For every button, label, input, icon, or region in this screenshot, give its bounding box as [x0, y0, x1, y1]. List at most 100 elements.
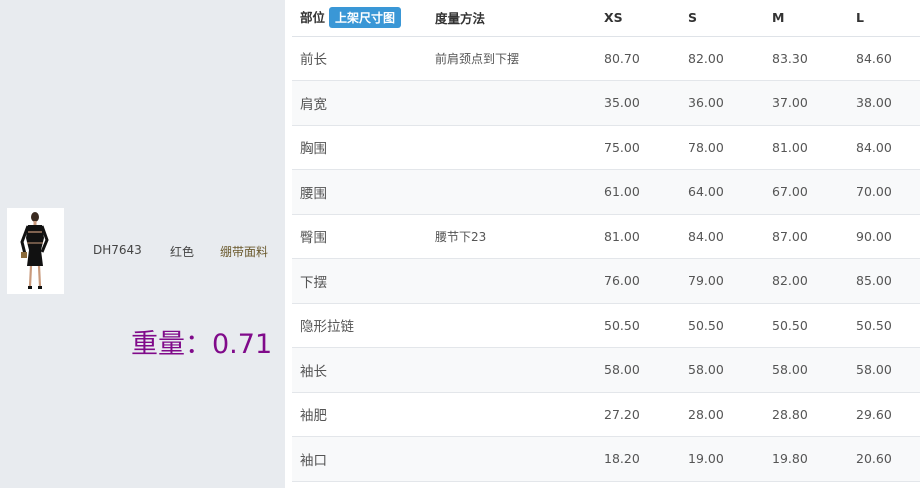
row-part-label: 下摆: [300, 274, 327, 291]
cell-value: 58.00: [688, 362, 724, 378]
cell-value: 58.00: [856, 362, 892, 378]
row-method-label: 腰节下23: [435, 229, 487, 244]
cell-value: 78.00: [688, 139, 724, 155]
product-weight: 重量：0.71: [131, 329, 273, 360]
cell-value: 76.00: [604, 273, 640, 289]
cell-m: 81.00: [764, 125, 848, 170]
cell-m: 50.50: [764, 303, 848, 348]
size-chart-table: 部位 上架尺寸图 度量方法 XS S M L 前长 前肩颈点到下摆 80.70 8…: [292, 0, 920, 482]
row-method: 前肩颈点到下摆: [427, 36, 596, 81]
header-part: 部位 上架尺寸图: [292, 0, 427, 37]
row-part-label: 隐形拉链: [300, 319, 354, 336]
cell-value: 28.00: [688, 406, 724, 422]
product-info-panel: DH7643 红色 绷带面料 重量：0.71: [0, 0, 285, 488]
cell-value: 35.00: [604, 95, 640, 111]
cell-xs: 35.00: [596, 80, 680, 126]
cell-value: 82.00: [772, 273, 808, 289]
row-method: [427, 347, 596, 393]
row-part: 袖口: [292, 436, 427, 482]
size-chart-badge-button[interactable]: 上架尺寸图: [329, 7, 402, 29]
cell-value: 36.00: [688, 95, 724, 111]
cell-xs: 50.50: [596, 303, 680, 348]
product-color: 红色: [170, 245, 195, 259]
cell-value: 81.00: [772, 139, 808, 155]
row-part: 胸围: [292, 125, 427, 170]
cell-s: 36.00: [680, 80, 764, 126]
row-method: 腰节下23: [427, 214, 596, 259]
table-row: 臀围 腰节下23 81.00 84.00 87.00 90.00: [292, 214, 920, 259]
cell-value: 27.20: [604, 406, 640, 422]
size-table-panel: 部位 上架尺寸图 度量方法 XS S M L 前长 前肩颈点到下摆 80.70 8…: [285, 0, 920, 488]
cell-s: 19.00: [680, 436, 764, 482]
product-thumbnail[interactable]: [7, 208, 64, 294]
cell-xs: 18.20: [596, 436, 680, 482]
cell-value: 19.80: [772, 451, 808, 467]
header-size-l-label: L: [856, 10, 864, 26]
product-fabric: 绷带面料: [220, 245, 269, 259]
cell-value: 87.00: [772, 228, 808, 244]
table-row: 袖肥 27.20 28.00 28.80 29.60: [292, 392, 920, 437]
header-size-s-label: S: [688, 10, 698, 26]
header-size-l: L: [848, 0, 920, 37]
row-part-label: 胸围: [300, 141, 327, 158]
header-size-xs-label: XS: [604, 10, 623, 26]
cell-s: 82.00: [680, 36, 764, 81]
cell-value: 19.00: [688, 451, 724, 467]
row-part-label: 袖口: [300, 452, 327, 469]
row-part: 袖长: [292, 347, 427, 393]
table-row: 腰围 61.00 64.00 67.00 70.00: [292, 169, 920, 215]
row-part-label: 腰围: [300, 185, 327, 202]
row-method: [427, 258, 596, 304]
header-method: 度量方法: [427, 0, 596, 37]
row-part: 下摆: [292, 258, 427, 304]
cell-s: 79.00: [680, 258, 764, 304]
cell-xs: 27.20: [596, 392, 680, 437]
cell-xs: 61.00: [596, 169, 680, 215]
row-part: 袖肥: [292, 392, 427, 437]
cell-s: 58.00: [680, 347, 764, 393]
row-method: [427, 169, 596, 215]
cell-value: 18.20: [604, 451, 640, 467]
cell-xs: 75.00: [596, 125, 680, 170]
table-row: 胸围 75.00 78.00 81.00 84.00: [292, 125, 920, 170]
row-part-label: 臀围: [300, 230, 327, 247]
cell-value: 81.00: [604, 228, 640, 244]
row-method: [427, 80, 596, 126]
cell-xs: 58.00: [596, 347, 680, 393]
cell-l: 85.00: [848, 258, 920, 304]
cell-xs: 81.00: [596, 214, 680, 259]
cell-value: 90.00: [856, 228, 892, 244]
dress-product-photo: [7, 208, 64, 294]
cell-m: 83.30: [764, 36, 848, 81]
header-size-m: M: [764, 0, 848, 37]
cell-l: 70.00: [848, 169, 920, 215]
table-header-row: 部位 上架尺寸图 度量方法 XS S M L: [292, 0, 920, 37]
row-part: 腰围: [292, 169, 427, 215]
row-method-label: 前肩颈点到下摆: [435, 51, 520, 66]
cell-value: 64.00: [688, 184, 724, 200]
table-row: 袖口 18.20 19.00 19.80 20.60: [292, 436, 920, 482]
row-method: [427, 125, 596, 170]
cell-l: 90.00: [848, 214, 920, 259]
cell-value: 80.70: [604, 50, 640, 66]
cell-l: 58.00: [848, 347, 920, 393]
row-method: [427, 303, 596, 348]
row-part-label: 肩宽: [300, 96, 327, 113]
row-part: 肩宽: [292, 80, 427, 126]
cell-value: 50.50: [604, 317, 640, 333]
cell-value: 84.00: [688, 228, 724, 244]
cell-m: 19.80: [764, 436, 848, 482]
row-part-label: 前长: [300, 52, 327, 69]
table-row: 前长 前肩颈点到下摆 80.70 82.00 83.30 84.60: [292, 36, 920, 81]
cell-value: 75.00: [604, 139, 640, 155]
cell-value: 84.00: [856, 139, 892, 155]
row-part-label: 袖长: [300, 363, 327, 380]
cell-m: 67.00: [764, 169, 848, 215]
cell-m: 58.00: [764, 347, 848, 393]
cell-value: 79.00: [688, 273, 724, 289]
cell-value: 61.00: [604, 184, 640, 200]
cell-value: 67.00: [772, 184, 808, 200]
table-row: 下摆 76.00 79.00 82.00 85.00: [292, 258, 920, 304]
header-part-label: 部位: [300, 10, 326, 26]
table-row: 肩宽 35.00 36.00 37.00 38.00: [292, 80, 920, 126]
